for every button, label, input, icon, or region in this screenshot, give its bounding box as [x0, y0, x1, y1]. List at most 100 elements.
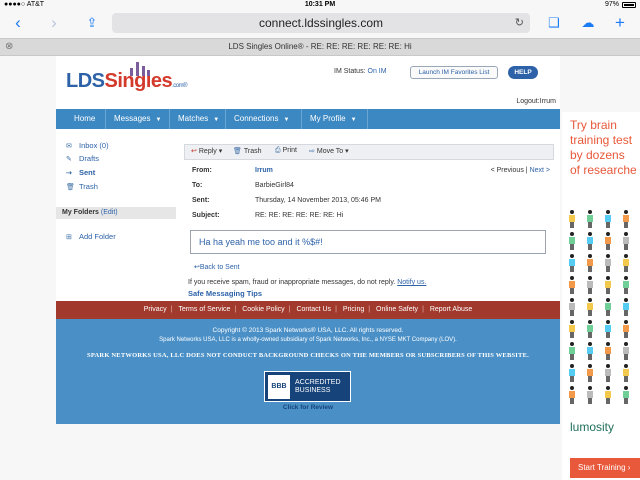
tab-bar: ⊗ LDS Singles Online® - RE: RE: RE: RE: … [0, 38, 640, 56]
ad-figure-icon [568, 386, 576, 404]
drafts-icon: ✎ [66, 156, 72, 163]
sidebar-item-trash[interactable]: 🗑 Trash [66, 182, 98, 191]
sent-icon: ⇢ [66, 170, 72, 177]
tab-title[interactable]: LDS Singles Online® - RE: RE: RE: RE: RE… [0, 42, 640, 51]
copyright-text: Copyright © 2013 Spark Networks® USA, LL… [212, 327, 404, 334]
edit-folders-link[interactable]: (Edit) [101, 209, 118, 216]
notify-us-link[interactable]: Notify us. [397, 279, 426, 286]
move-icon: ⇨ [309, 148, 315, 155]
footer-contact-link[interactable]: Contact Us [296, 306, 331, 313]
nav-matches[interactable]: Matches ▼ [170, 109, 226, 129]
forward-icon[interactable]: › [44, 14, 64, 32]
ad-figure-icon [586, 232, 594, 250]
move-to-button[interactable]: ⇨ Move To ▾ [309, 147, 349, 155]
previous-link[interactable]: < Previous [491, 167, 524, 174]
ad-figure-icon [622, 386, 630, 404]
nav-messages[interactable]: Messages ▼ [106, 109, 170, 129]
bookmarks-icon[interactable]: ❑ [544, 14, 564, 32]
safe-messaging-tips-link[interactable]: Safe Messaging Tips [188, 289, 262, 298]
ad-figure-icon [622, 320, 630, 338]
ad-figure-icon [568, 232, 576, 250]
im-status: IM Status: On IM [334, 68, 387, 75]
clock: 10:31 PM [304, 1, 336, 8]
address-bar[interactable]: connect.ldssingles.com ↻ [112, 13, 530, 33]
lumosity-ad[interactable]: Try brain training test by dozens of res… [562, 112, 640, 480]
cloud-icon[interactable]: ☁ [578, 14, 598, 32]
ad-figure-icon [622, 342, 630, 360]
nav-connections[interactable]: Connections ▼ [226, 109, 302, 129]
ad-figure-icon [568, 210, 576, 228]
im-status-label: IM Status: [334, 68, 366, 75]
ad-figure-icon [622, 364, 630, 382]
footer-pricing-link[interactable]: Pricing [343, 306, 364, 313]
ad-figure-icon [604, 320, 612, 338]
bbb-seal-icon: BBB [268, 375, 290, 399]
subject-label: Subject: [192, 212, 220, 219]
ad-figure-icon [604, 210, 612, 228]
ad-figure-icon [622, 254, 630, 272]
help-button[interactable]: HELP [508, 66, 538, 79]
ad-figure-icon [568, 364, 576, 382]
new-tab-icon[interactable]: + [610, 14, 630, 32]
nav-home[interactable]: Home [66, 109, 106, 129]
logo-suffix: .com® [172, 83, 188, 89]
ad-figure-icon [586, 342, 594, 360]
battery-icon [622, 2, 636, 8]
footer-safety-link[interactable]: Online Safety [376, 306, 418, 313]
nav-my-profile[interactable]: My Profile ▼ [302, 109, 368, 129]
from-value[interactable]: Irrum [255, 167, 273, 174]
trash-button[interactable]: 🗑 Trash [233, 147, 262, 155]
ad-figure-icon [568, 276, 576, 294]
my-folders-title: My Folders [62, 209, 99, 216]
reload-icon[interactable]: ↻ [515, 13, 524, 33]
ad-figure-icon [586, 364, 594, 382]
status-right: 97% [605, 0, 636, 9]
footer-legal: Copyright © 2013 Spark Networks® USA, LL… [56, 319, 560, 424]
ad-figure-icon [586, 276, 594, 294]
bbb-review-link[interactable]: Click for Review [56, 404, 560, 411]
message-sidebar: ✉ Inbox (0) ✎ Drafts ⇢ Sent 🗑 Trash My Folde… [56, 129, 176, 301]
ad-figure-icon [586, 386, 594, 404]
trash-icon: 🗑 [233, 148, 242, 155]
start-training-button[interactable]: Start Training › [570, 458, 640, 478]
im-status-value[interactable]: On IM [368, 68, 387, 75]
trash-icon: 🗑 [66, 184, 75, 191]
ad-figure-icon [604, 232, 612, 250]
subsidiary-text: Spark Networks USA, LLC is a wholly-owne… [159, 337, 457, 343]
bbb-badge[interactable]: BBB ACCREDITED BUSINESS [264, 371, 351, 402]
logout-link[interactable]: Logout:Irrum [516, 98, 556, 105]
ad-figure-icon [604, 364, 612, 382]
chevron-down-icon: ▼ [283, 117, 290, 123]
chevron-down-icon: ▼ [155, 117, 162, 123]
add-folder-link[interactable]: ⊞ Add Folder [66, 232, 116, 241]
ad-figure-icon [622, 232, 630, 250]
inbox-icon: ✉ [66, 143, 72, 150]
launch-im-button[interactable]: Launch IM Favorites List [410, 66, 498, 79]
share-icon[interactable]: ⇪ [82, 14, 102, 32]
chevron-down-icon: ▼ [350, 117, 357, 123]
sidebar-item-sent[interactable]: ⇢ Sent [66, 168, 95, 177]
message-toolbar: ↩ Reply ▾ 🗑 Trash ⎙ Print ⇨ Move To ▾ [184, 144, 554, 160]
chevron-down-icon: ▼ [213, 117, 220, 123]
footer-terms-link[interactable]: Terms of Service [178, 306, 230, 313]
back-to-sent-link[interactable]: ↩Back to Sent [194, 263, 240, 271]
ad-figure-icon [586, 320, 594, 338]
reply-button[interactable]: ↩ Reply ▾ [191, 147, 222, 155]
to-label: To: [192, 182, 203, 189]
print-icon: ⎙ [275, 147, 281, 154]
footer-privacy-link[interactable]: Privacy [144, 306, 167, 313]
ad-figure-icon [604, 298, 612, 316]
ad-figure-icon [586, 298, 594, 316]
footer-cookie-link[interactable]: Cookie Policy [242, 306, 284, 313]
back-icon[interactable]: ‹ [8, 14, 28, 32]
print-button[interactable]: ⎙ Print [275, 147, 297, 155]
ad-figure-icon [568, 342, 576, 360]
sidebar-item-drafts[interactable]: ✎ Drafts [66, 154, 99, 163]
footer-report-link[interactable]: Report Abuse [430, 306, 472, 313]
my-folders-header: My Folders (Edit) [56, 207, 176, 219]
bbb-text: ACCREDITED BUSINESS [295, 379, 341, 394]
from-label: From: [192, 167, 212, 174]
next-link[interactable]: Next > [530, 167, 550, 174]
web-page: LDSSingles.com® IM Status: On IM Launch I… [56, 56, 560, 424]
sidebar-item-inbox[interactable]: ✉ Inbox (0) [66, 141, 109, 150]
